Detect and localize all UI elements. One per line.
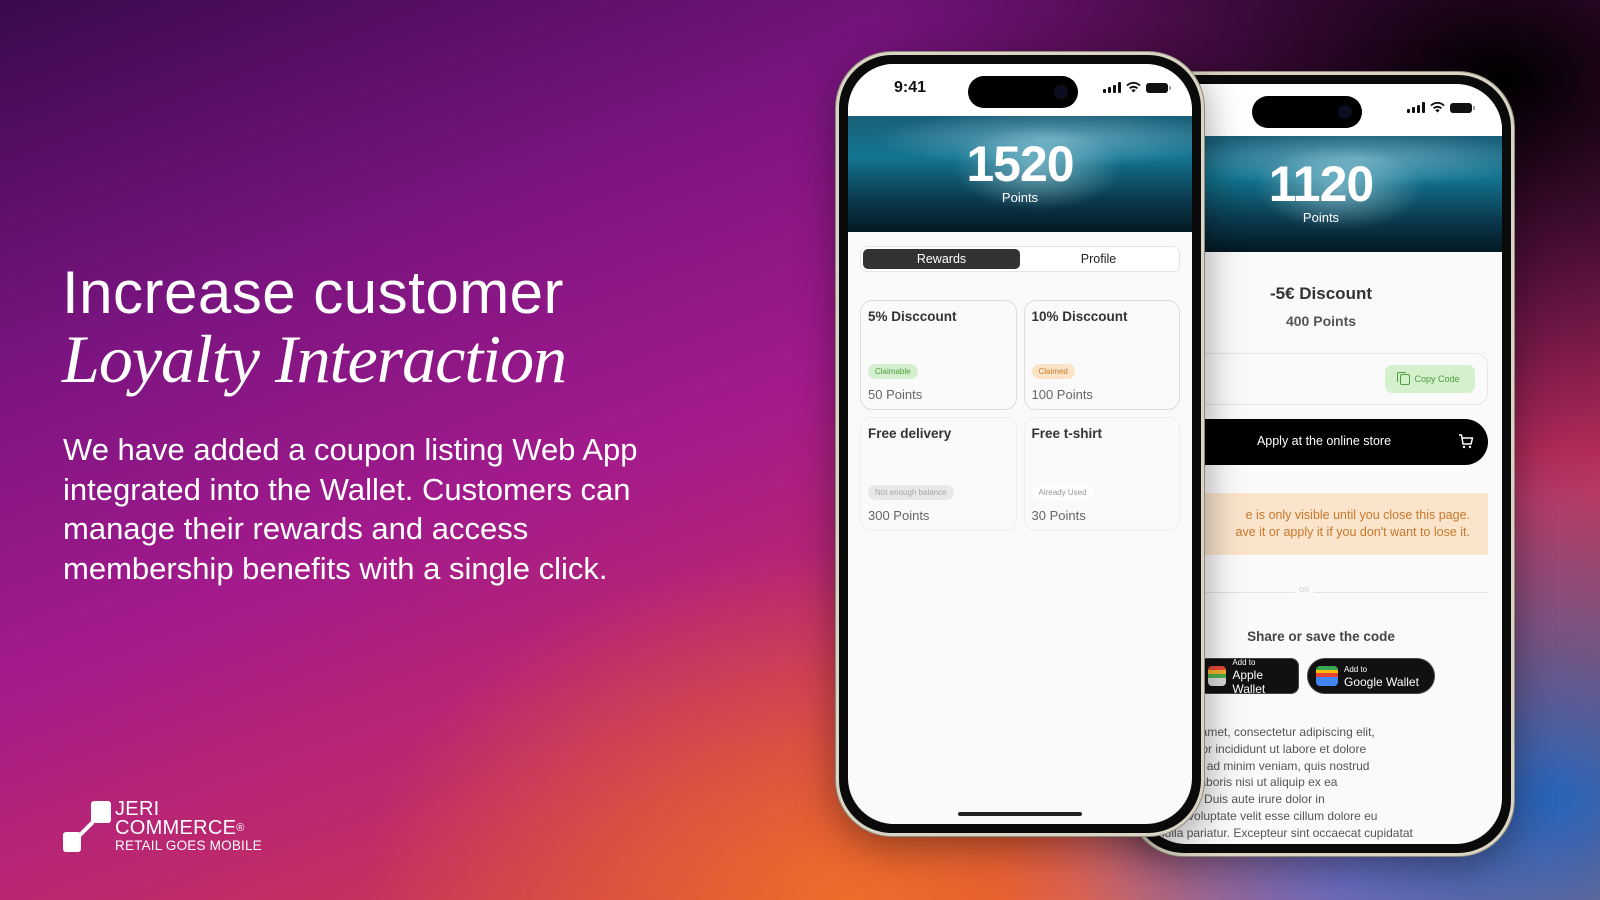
signal-icon — [1103, 82, 1121, 93]
reward-title: Free t-shirt — [1031, 426, 1103, 441]
points-header: 1520 Points — [848, 116, 1192, 232]
status-badge: Already Used — [1031, 485, 1094, 500]
reward-points: 100 Points — [1031, 387, 1093, 402]
reward-card[interactable]: Free delivery Not enough balance 300 Poi… — [860, 417, 1017, 531]
status-badge: Claimable — [868, 364, 918, 379]
apple-wallet-big: Apple Wallet — [1232, 667, 1266, 696]
tab-rewards[interactable]: Rewards — [863, 249, 1020, 269]
headline-line-1: Increase customer — [62, 259, 565, 326]
google-wallet-big: Google Wallet — [1344, 674, 1419, 689]
copy-code-label: Copy Code — [1414, 374, 1460, 384]
points-label: Points — [1001, 190, 1039, 205]
or-label: OR — [1294, 587, 1314, 594]
google-wallet-small: Add to — [1344, 664, 1368, 674]
reward-points: 300 Points — [868, 508, 930, 523]
rewards-grid: 5% Disccount Claimable 50 Points 10% Dis… — [860, 300, 1180, 531]
add-to-google-wallet-button[interactable]: Add to Google Wallet — [1307, 658, 1435, 694]
segmented-tabs: Rewards Profile — [860, 246, 1180, 272]
add-to-apple-wallet-button[interactable]: Add to Apple Wallet — [1199, 657, 1299, 696]
battery-icon — [1450, 102, 1475, 113]
status-time: 9:41 — [894, 79, 927, 96]
logo-mark-icon — [63, 800, 113, 852]
apple-wallet-small: Add to — [1232, 657, 1256, 667]
headline-line-2: Loyalty Interaction — [62, 321, 567, 397]
jericommerce-logo: JERI COMMERCE® RETAIL GOES MOBILE — [63, 799, 262, 854]
points-value: 1520 — [966, 136, 1074, 192]
wifi-icon — [1126, 82, 1141, 93]
body-copy: We have added a coupon listing Web App i… — [63, 432, 638, 586]
status-badge: Claimed — [1031, 364, 1075, 379]
reward-card[interactable]: Free t-shirt Already Used 30 Points — [1023, 417, 1180, 531]
dynamic-island — [1252, 96, 1362, 128]
phone-mockup-rewards-list: 9:41 1520 Points Rewards Profile 5% Disc… — [836, 52, 1204, 836]
status-badge: Not enough balance — [868, 485, 954, 500]
reward-title: 10% Disccount — [1031, 309, 1128, 324]
headline: Increase customer Loyalty Interaction — [62, 259, 567, 397]
apple-wallet-icon — [1208, 666, 1227, 686]
wifi-icon — [1430, 102, 1445, 113]
dynamic-island — [968, 76, 1078, 108]
terms-line: iat nulla pariatur. Excepteur sint occae… — [1142, 825, 1413, 840]
copy-icon — [1397, 371, 1411, 385]
reward-points: 50 Points — [868, 387, 923, 402]
home-indicator[interactable] — [958, 812, 1082, 816]
reward-title: Free delivery — [868, 426, 952, 441]
reward-card[interactable]: 10% Disccount Claimed 100 Points — [1023, 300, 1180, 410]
cart-icon — [1459, 434, 1474, 449]
reward-title: 5% Disccount — [868, 309, 957, 324]
reward-points: 30 Points — [1031, 508, 1086, 523]
status-bar: 9:41 — [848, 64, 1192, 116]
signal-icon — [1407, 102, 1425, 113]
logo-line-2: COMMERCE® — [115, 817, 245, 839]
copy-code-button[interactable]: Copy Code — [1385, 365, 1475, 393]
google-wallet-icon — [1316, 666, 1338, 686]
battery-icon — [1146, 82, 1171, 93]
reward-card[interactable]: 5% Disccount Claimable 50 Points — [860, 300, 1017, 410]
logo-tagline: RETAIL GOES MOBILE — [115, 838, 262, 853]
phone-screen: 9:41 1520 Points Rewards Profile 5% Disc… — [848, 64, 1192, 824]
tab-profile[interactable]: Profile — [1020, 249, 1177, 269]
